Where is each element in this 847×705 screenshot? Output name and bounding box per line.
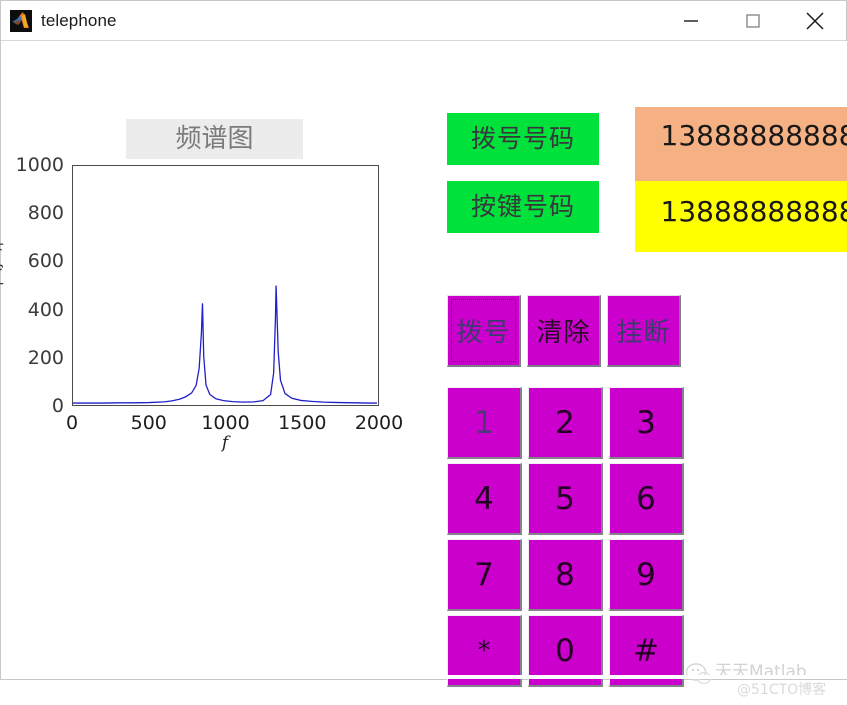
- xtick-label: 1000: [201, 412, 250, 434]
- key-number-row: 按键号码 13888888888: [447, 181, 847, 252]
- spectrum-curve: [73, 285, 377, 404]
- chart-xlabel: f: [221, 433, 229, 453]
- key-4-label: 4: [474, 480, 494, 517]
- title-bar: telephone: [1, 1, 846, 41]
- maximize-icon: [746, 14, 760, 28]
- application-window: telephone 频谱图 |Y(jw)| 0 200 400 600 800 …: [0, 0, 847, 698]
- minimize-button[interactable]: [660, 1, 722, 41]
- key-8[interactable]: 8: [528, 539, 603, 611]
- hangup-button[interactable]: 挂断: [607, 295, 681, 367]
- ytick-label: 1000: [15, 154, 64, 176]
- ytick-label: 0: [51, 395, 64, 417]
- key-3[interactable]: 3: [609, 387, 684, 459]
- xtick-label: 0: [65, 412, 79, 434]
- ytick-label: 200: [27, 346, 64, 369]
- minimize-icon: [684, 20, 698, 22]
- key-5-label: 5: [555, 480, 575, 517]
- dial-number-value: 13888888888: [635, 107, 847, 182]
- chart-title: 频谱图: [126, 119, 303, 159]
- hangup-button-label: 挂断: [616, 318, 671, 348]
- dial-keypad: 1 2 3 4 5 6 7 8 9 * 0 #: [447, 387, 695, 693]
- key-6-label: 6: [636, 480, 656, 517]
- client-area: 频谱图 |Y(jw)| 0 200 400 600 800 1000 0 500 1000 15…: [0, 41, 847, 698]
- xtick-label: 1500: [278, 412, 327, 434]
- control-panel: 拨号号码 13888888888 按键号码 13888888888 拨号 清除 …: [412, 41, 847, 687]
- key-9-label: 9: [636, 556, 656, 593]
- close-button[interactable]: [784, 1, 846, 41]
- dial-number-row: 拨号号码 13888888888: [447, 107, 847, 182]
- dial-button-label: 拨号: [456, 318, 511, 348]
- key-0-label: 0: [555, 632, 575, 669]
- xtick-label: 500: [130, 412, 167, 434]
- key-2-label: 2: [555, 404, 575, 441]
- wechat-icon: [685, 663, 711, 685]
- window-title: telephone: [41, 11, 117, 30]
- key-1-label: 1: [474, 404, 494, 441]
- key-number-label: 按键号码: [447, 181, 599, 233]
- window-bottom-edge: [2, 675, 847, 679]
- key-star-label: *: [477, 635, 491, 666]
- ytick-label: 600: [27, 250, 64, 273]
- dial-button[interactable]: 拨号: [447, 295, 521, 367]
- clear-button-label: 清除: [536, 318, 591, 348]
- matlab-icon: [10, 10, 32, 32]
- clear-button[interactable]: 清除: [527, 295, 601, 367]
- key-7-label: 7: [474, 556, 494, 593]
- action-button-row: 拨号 清除 挂断: [447, 295, 687, 371]
- key-9[interactable]: 9: [609, 539, 684, 611]
- maximize-button[interactable]: [722, 1, 784, 41]
- window-controls: [660, 1, 846, 41]
- spectrum-chart-panel: 频谱图 |Y(jw)| 0 200 400 600 800 1000 0 500 1000 15…: [0, 41, 412, 453]
- key-2[interactable]: 2: [528, 387, 603, 459]
- watermark-subtitle: @51CTO博客: [737, 682, 827, 698]
- key-3-label: 3: [636, 404, 656, 441]
- dial-number-label: 拨号号码: [447, 113, 599, 165]
- key-7[interactable]: 7: [447, 539, 522, 611]
- key-hash-label: #: [633, 632, 659, 669]
- key-number-value: 13888888888: [635, 181, 847, 252]
- key-5[interactable]: 5: [528, 463, 603, 535]
- watermark: 天天Matlab @51CTO博客: [685, 657, 845, 705]
- close-icon: [806, 12, 824, 30]
- ytick-label: 800: [27, 202, 64, 225]
- key-4[interactable]: 4: [447, 463, 522, 535]
- key-6[interactable]: 6: [609, 463, 684, 535]
- key-1[interactable]: 1: [447, 387, 522, 459]
- ytick-label: 400: [27, 298, 64, 321]
- chart-plot-area: [72, 165, 379, 406]
- key-8-label: 8: [555, 556, 575, 593]
- chart-ylabel: |Y(jw)|: [0, 241, 4, 286]
- xtick-label: 2000: [354, 412, 404, 434]
